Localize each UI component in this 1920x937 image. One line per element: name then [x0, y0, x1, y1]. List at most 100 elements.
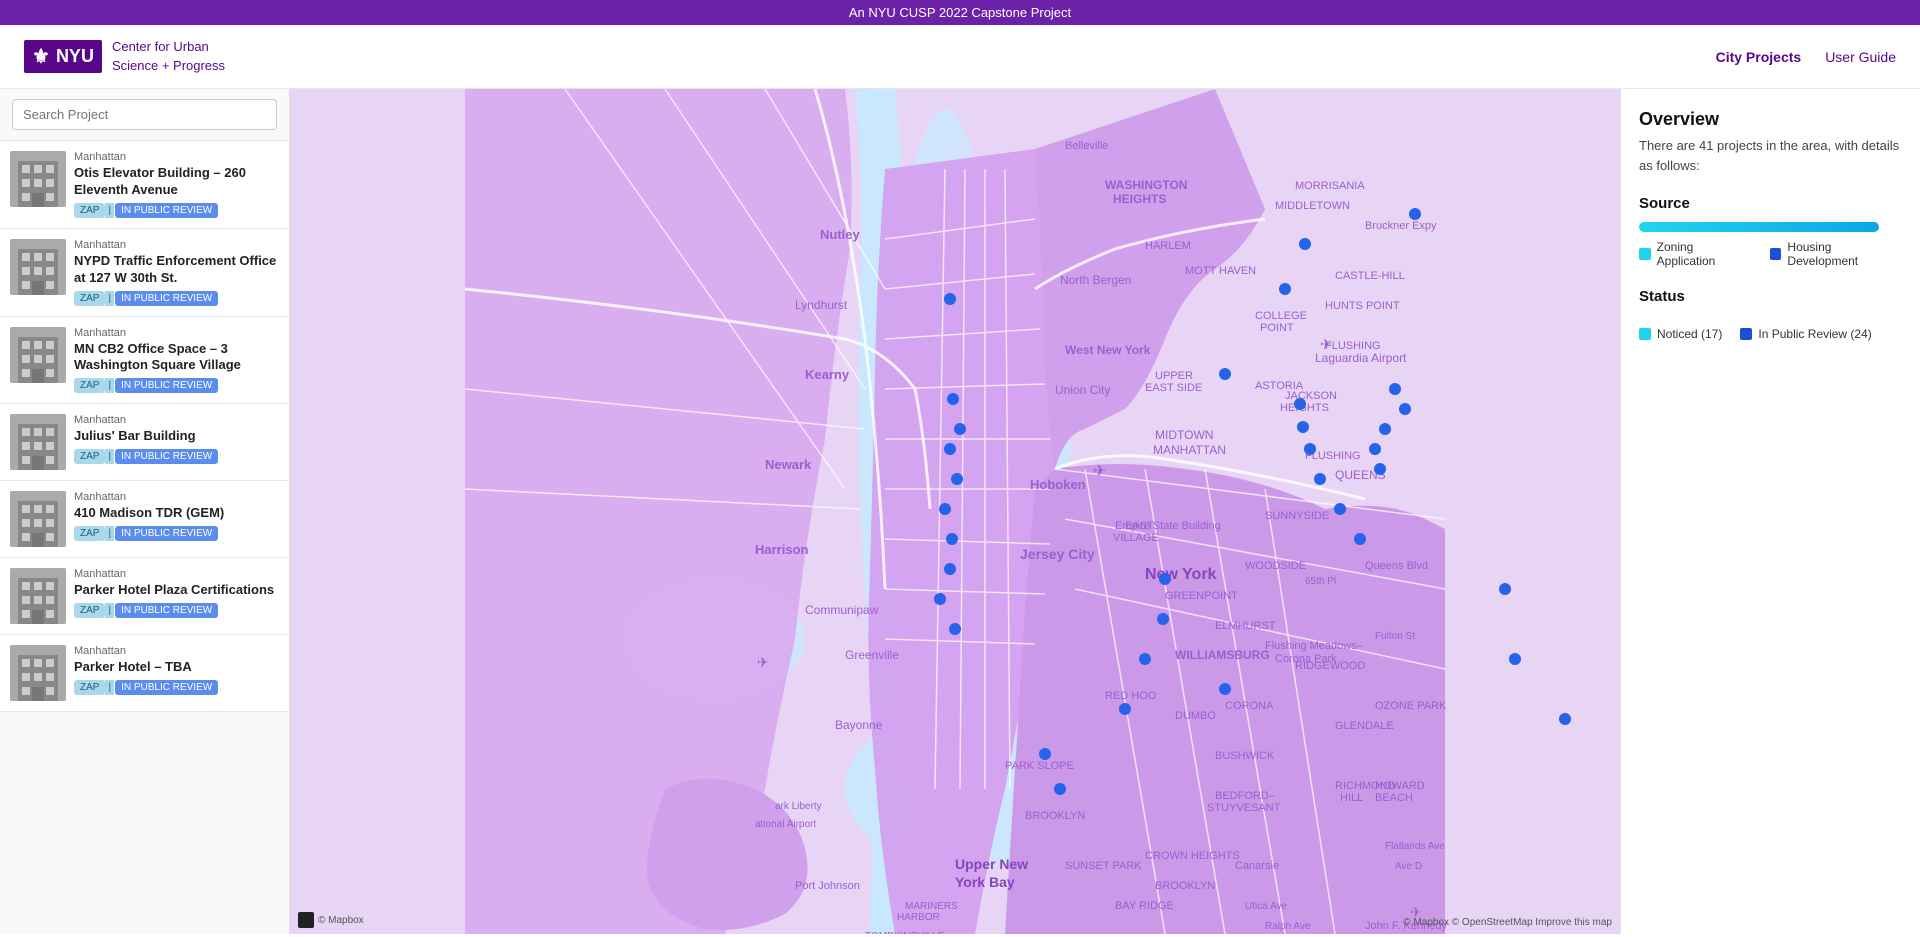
- svg-text:JACKSON: JACKSON: [1285, 390, 1337, 402]
- svg-text:Lyndhurst: Lyndhurst: [795, 298, 848, 312]
- svg-text:Laguardia Airport: Laguardia Airport: [1315, 351, 1407, 365]
- tag-review: IN PUBLIC REVIEW: [115, 203, 218, 218]
- svg-text:UPPER: UPPER: [1155, 370, 1193, 382]
- svg-text:MANHATTAN: MANHATTAN: [1153, 443, 1226, 457]
- project-tags: ZAP | IN PUBLIC REVIEW: [74, 449, 279, 464]
- status-legend-item-1: In Public Review (24): [1740, 327, 1871, 341]
- svg-text:HEIGHTS: HEIGHTS: [1113, 192, 1166, 206]
- tag-separator: |: [105, 449, 114, 464]
- project-item[interactable]: ManhattanMN CB2 Office Space – 3 Washing…: [0, 317, 289, 405]
- svg-text:Port Johnson: Port Johnson: [795, 880, 860, 892]
- status-bars: [1639, 315, 1902, 319]
- tag-zap: ZAP: [74, 378, 105, 393]
- project-item[interactable]: ManhattanNYPD Traffic Enforcement Office…: [0, 229, 289, 317]
- svg-text:Empire State Building: Empire State Building: [1115, 520, 1221, 532]
- tag-zap: ZAP: [74, 203, 105, 218]
- tag-zap: ZAP: [74, 449, 105, 464]
- svg-text:ational Airport: ational Airport: [755, 819, 816, 830]
- svg-text:CORONA: CORONA: [1225, 700, 1274, 712]
- project-thumb: [10, 414, 66, 470]
- project-thumb: [10, 645, 66, 701]
- svg-text:Kearny: Kearny: [805, 367, 850, 382]
- tag-zap: ZAP: [74, 603, 105, 618]
- project-item[interactable]: Manhattan410 Madison TDR (GEM)ZAP | IN P…: [0, 481, 289, 558]
- svg-text:ark Liberty: ark Liberty: [775, 801, 822, 812]
- project-thumb: [10, 491, 66, 547]
- project-name: Parker Hotel – TBA: [74, 659, 279, 676]
- svg-text:West New York: West New York: [1065, 343, 1151, 357]
- map-svg: Nutley Lyndhurst Kearny Newark Harrison …: [290, 89, 1620, 934]
- svg-text:BAY RIDGE: BAY RIDGE: [1115, 900, 1174, 912]
- status-dot-1: [1740, 328, 1752, 340]
- org-line1: Center for Urban: [112, 38, 225, 56]
- project-item[interactable]: ManhattanParker Hotel Plaza Certificatio…: [0, 558, 289, 635]
- source-legend: Zoning Application Housing Development: [1639, 240, 1902, 268]
- status-title: Status: [1639, 288, 1902, 305]
- svg-text:RIDGEWOOD: RIDGEWOOD: [1295, 660, 1365, 672]
- svg-text:Bruckner Expy: Bruckner Expy: [1365, 220, 1437, 232]
- svg-text:MARINERS: MARINERS: [905, 901, 958, 912]
- main-layout: Manhattan Otis Elevator Building – 260 El…: [0, 89, 1920, 934]
- overview-title: Overview: [1639, 109, 1902, 130]
- tag-review: IN PUBLIC REVIEW: [115, 378, 218, 393]
- banner-text: An NYU CUSP 2022 Capstone Project: [849, 5, 1071, 20]
- attribution-text: © Mapbox © OpenStreetMap Improve this ma…: [1403, 917, 1612, 928]
- tag-review: IN PUBLIC REVIEW: [115, 291, 218, 306]
- nyu-text: NYU: [56, 46, 94, 67]
- org-line2: Science + Progress: [112, 57, 225, 75]
- search-area: [0, 89, 289, 141]
- project-tags: ZAP | IN PUBLIC REVIEW: [74, 603, 279, 618]
- project-info: ManhattanParker Hotel Plaza Certificatio…: [74, 568, 279, 618]
- status-dot-0: [1639, 328, 1651, 340]
- map-area[interactable]: Nutley Lyndhurst Kearny Newark Harrison …: [290, 89, 1620, 934]
- svg-text:Union City: Union City: [1055, 383, 1110, 397]
- svg-text:BEDFORD–: BEDFORD–: [1215, 790, 1276, 802]
- svg-text:BROOKLYN: BROOKLYN: [1155, 880, 1215, 892]
- tag-review: IN PUBLIC REVIEW: [115, 680, 218, 695]
- project-item[interactable]: ManhattanJulius' Bar BuildingZAP | IN PU…: [0, 404, 289, 481]
- svg-text:New York: New York: [1145, 566, 1217, 583]
- svg-text:✈: ✈: [1093, 463, 1106, 480]
- svg-text:Belleville: Belleville: [1065, 140, 1108, 152]
- svg-text:MORRISANIA: MORRISANIA: [1295, 180, 1365, 192]
- tag-zap: ZAP: [74, 526, 105, 541]
- status-section: Status Noticed (17) In Public Review (24…: [1639, 288, 1902, 341]
- tag-review: IN PUBLIC REVIEW: [115, 603, 218, 618]
- svg-text:BUSHWICK: BUSHWICK: [1215, 750, 1275, 762]
- source-bar: [1639, 222, 1879, 232]
- project-borough: Manhattan: [74, 239, 279, 251]
- source-legend-item-1: Housing Development: [1770, 240, 1902, 268]
- tag-review: IN PUBLIC REVIEW: [115, 449, 218, 464]
- tag-separator: |: [105, 603, 114, 618]
- svg-text:HARBOR: HARBOR: [897, 912, 940, 923]
- svg-text:SUNSET PARK: SUNSET PARK: [1065, 860, 1142, 872]
- search-input[interactable]: [12, 99, 277, 130]
- status-legend: Noticed (17) In Public Review (24): [1639, 327, 1902, 341]
- project-thumb: [10, 327, 66, 383]
- svg-text:EAST SIDE: EAST SIDE: [1145, 382, 1202, 394]
- nyu-logo: ⚜ NYU: [24, 40, 102, 73]
- svg-text:HOWARD: HOWARD: [1375, 780, 1425, 792]
- project-name: Otis Elevator Building – 260 Eleventh Av…: [74, 165, 279, 199]
- project-borough: Manhattan: [74, 645, 279, 657]
- nav-user-guide[interactable]: User Guide: [1825, 49, 1896, 65]
- project-name: Parker Hotel Plaza Certifications: [74, 582, 279, 599]
- project-info: Manhattan410 Madison TDR (GEM)ZAP | IN P…: [74, 491, 279, 541]
- source-dot-1: [1770, 248, 1782, 260]
- project-item[interactable]: ManhattanOtis Elevator Building – 260 El…: [0, 141, 289, 229]
- svg-text:GREENPOINT: GREENPOINT: [1165, 590, 1238, 602]
- overview-desc: There are 41 projects in the area, with …: [1639, 136, 1902, 175]
- svg-text:OZONE PARK: OZONE PARK: [1375, 700, 1447, 712]
- svg-text:MOTT HAVEN: MOTT HAVEN: [1185, 265, 1256, 277]
- project-tags: ZAP | IN PUBLIC REVIEW: [74, 203, 279, 218]
- tag-separator: |: [105, 680, 114, 695]
- project-info: ManhattanNYPD Traffic Enforcement Office…: [74, 239, 279, 306]
- logo-area: ⚜ NYU Center for Urban Science + Progres…: [24, 38, 225, 74]
- torch-icon: ⚜: [32, 44, 50, 69]
- project-item[interactable]: ManhattanParker Hotel – TBAZAP | IN PUBL…: [0, 635, 289, 712]
- project-thumb: [10, 151, 66, 207]
- source-dot-0: [1639, 248, 1651, 260]
- svg-text:Queens Blvd: Queens Blvd: [1365, 560, 1428, 572]
- svg-text:York Bay: York Bay: [955, 874, 1015, 890]
- nav-city-projects[interactable]: City Projects: [1716, 49, 1802, 65]
